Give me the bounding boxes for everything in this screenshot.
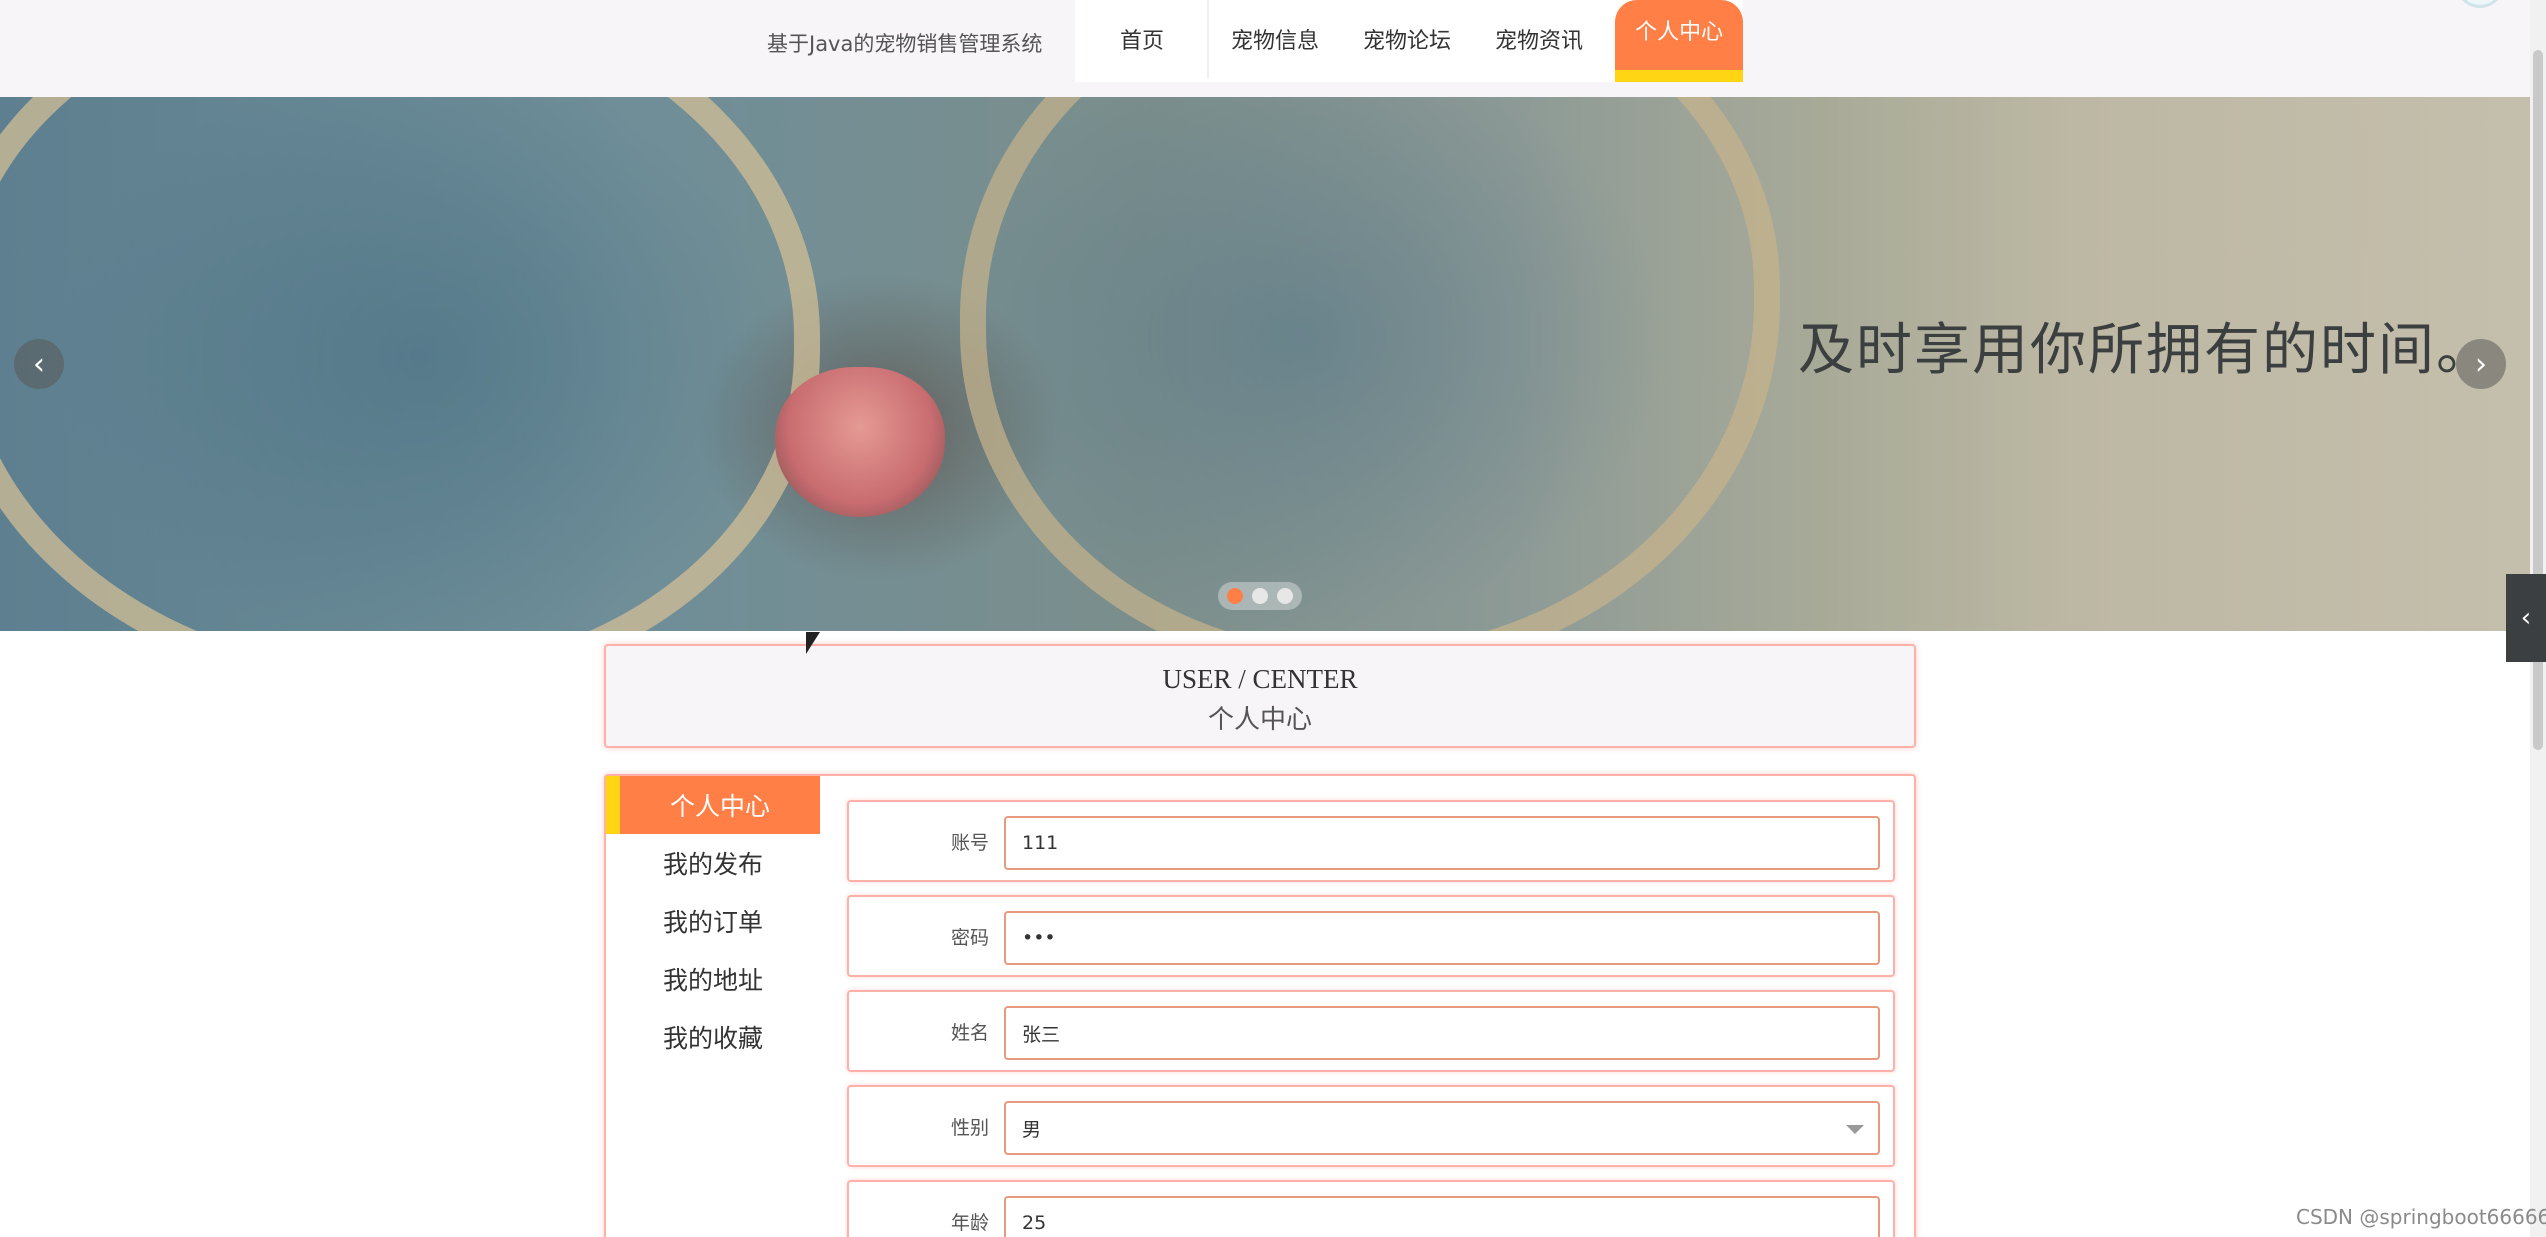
banner-image-glasses-left [0,97,820,631]
account-input[interactable]: 111 [1004,816,1880,870]
carousel-dot-3[interactable] [1277,588,1293,604]
form-row-gender: 性别 男 [847,1085,1895,1167]
section-title-cn: 个人中心 [1207,705,1312,734]
form-row-password: 密码 ••• [847,895,1895,977]
carousel-next-button[interactable]: › [2456,339,2506,389]
site-title: 基于Java的宠物销售管理系统 [767,32,1043,56]
user-center-menu: 个人中心 我的发布 我的订单 我的地址 我的收藏 [606,776,820,1066]
menu-item-my-favorites[interactable]: 我的收藏 [606,1008,820,1066]
account-label: 账号 [950,831,989,854]
chevron-left-icon: ‹ [33,346,45,382]
carousel-indicators [1218,582,1302,610]
nav-pet-forum[interactable]: 宠物论坛 [1341,0,1473,78]
nav-pet-info[interactable]: 宠物信息 [1209,0,1341,78]
chevron-left-icon: ‹ [2520,603,2532,633]
menu-item-my-orders[interactable]: 我的订单 [606,892,820,950]
gender-select[interactable]: 男 [1004,1101,1880,1155]
carousel-prev-button[interactable]: ‹ [14,339,64,389]
side-panel-toggle[interactable]: ‹ [2506,574,2546,662]
nav-home[interactable]: 首页 [1075,0,1210,78]
banner-caption: 及时享用你所拥有的时间。 [1798,318,2494,383]
password-label: 密码 [950,926,989,949]
age-label: 年龄 [950,1211,989,1234]
carousel-dot-2[interactable] [1252,588,1268,604]
mouse-cursor-icon [806,632,820,654]
banner-image-glasses-right [960,97,1780,631]
form-row-age: 年龄 25 [847,1180,1895,1237]
watermark: CSDN @springboot666666 [2296,1205,2546,1229]
form-row-account: 账号 111 [847,800,1895,882]
gender-label: 性别 [950,1116,989,1139]
nav-user-center[interactable]: 个人中心 [1615,0,1744,82]
top-bar: 基于Java的宠物销售管理系统 首页 宠物信息 宠物论坛 宠物资讯 个人中心 [0,0,2530,97]
chevron-down-icon [1846,1125,1864,1134]
user-center-card: 个人中心 我的发布 我的订单 我的地址 我的收藏 账号 111 密码 ••• 姓… [604,774,1916,1237]
name-input[interactable]: 张三 [1004,1006,1880,1060]
nav-pet-news[interactable]: 宠物资讯 [1473,0,1605,78]
menu-item-user-center[interactable]: 个人中心 [606,776,820,834]
menu-item-my-address[interactable]: 我的地址 [606,950,820,1008]
section-title-box: USER / CENTER 个人中心 [604,644,1916,748]
carousel-dot-1[interactable] [1227,588,1243,604]
age-input[interactable]: 25 [1004,1196,1880,1237]
password-input[interactable]: ••• [1004,911,1880,965]
section-title-en: USER / CENTER [1162,664,1358,694]
banner-image-cat-nose [775,367,945,517]
name-label: 姓名 [950,1021,989,1044]
form-row-name: 姓名 张三 [847,990,1895,1072]
gender-select-value: 男 [1022,1118,1042,1141]
main-nav: 首页 宠物信息 宠物论坛 宠物资讯 个人中心 [1075,0,1744,82]
menu-item-my-posts[interactable]: 我的发布 [606,834,820,892]
banner-carousel: 及时享用你所拥有的时间。 ‹ › [0,97,2530,631]
chevron-right-icon: › [2475,346,2487,382]
